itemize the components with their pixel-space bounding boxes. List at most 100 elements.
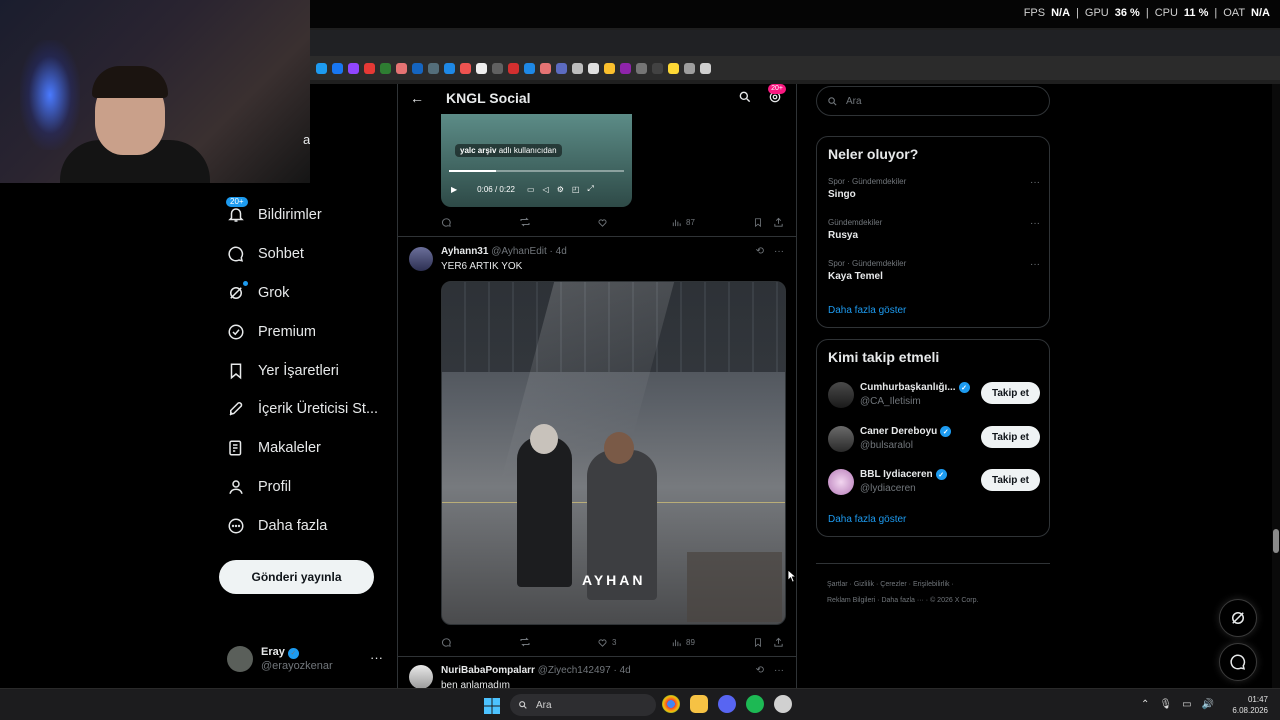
- post-button[interactable]: Gönderi yayınla: [219, 560, 374, 594]
- follow-suggestion[interactable]: Caner Dereboyu ✓ @bulsaralol Takip et: [828, 424, 1040, 456]
- bookmark-icon[interactable]: [348, 62, 359, 74]
- footer-line[interactable]: Şartlar · Gizlilik · Çerezler · Erişileb…: [827, 577, 1047, 593]
- display-icon[interactable]: ▭: [1182, 699, 1191, 710]
- bookmark-icon[interactable]: [540, 62, 551, 74]
- bookmark-icon[interactable]: [524, 62, 535, 74]
- spotify-icon[interactable]: [746, 695, 764, 713]
- search-box[interactable]: [816, 86, 1050, 116]
- tweet-author[interactable]: Ayhann31: [441, 246, 488, 257]
- sidebar-item-more[interactable]: Daha fazla: [218, 506, 388, 545]
- bookmark-action-icon[interactable]: [753, 637, 773, 648]
- account-switcher[interactable]: Eray ✓ @erayozkenar ···: [227, 644, 387, 674]
- bookmark-icon[interactable]: [556, 62, 567, 74]
- bookmark-icon[interactable]: [684, 62, 695, 74]
- bookmark-icon[interactable]: [620, 62, 631, 74]
- avatar[interactable]: [409, 247, 433, 271]
- messages-fab-button[interactable]: [1219, 643, 1257, 681]
- trend-item[interactable]: Spor · Gündemdekiler Singo ···: [828, 177, 1040, 200]
- bookmark-icon[interactable]: [364, 62, 375, 74]
- more-icon[interactable]: ···: [370, 650, 383, 665]
- sidebar-item-bookmarks[interactable]: Yer İşaretleri: [218, 351, 388, 390]
- trend-item[interactable]: Gündemdekiler Rusya ···: [828, 218, 1040, 241]
- views-stat[interactable]: 89: [671, 637, 753, 648]
- pip-icon[interactable]: ◰: [572, 185, 580, 194]
- bookmark-icon[interactable]: [636, 62, 647, 74]
- volume-icon[interactable]: ◁: [543, 185, 549, 194]
- sidebar-item-chat[interactable]: Sohbet: [218, 235, 388, 274]
- bookmark-icon[interactable]: [588, 62, 599, 74]
- app-icon[interactable]: [774, 695, 792, 713]
- bookmark-icon[interactable]: [460, 62, 471, 74]
- trend-item[interactable]: Spor · Gündemdekiler Kaya Temel ···: [828, 259, 1040, 282]
- views-stat[interactable]: 87: [671, 217, 753, 228]
- page-scrollbar[interactable]: [1272, 84, 1280, 688]
- file-explorer-icon[interactable]: [690, 695, 708, 713]
- bookmark-icon[interactable]: [604, 62, 615, 74]
- sidebar-item-grok[interactable]: Grok: [218, 274, 388, 313]
- captions-icon[interactable]: ▭: [527, 185, 535, 194]
- bookmark-icon[interactable]: [412, 62, 423, 74]
- address-bar-row[interactable]: [310, 30, 1280, 76]
- follow-button[interactable]: Takip et: [980, 469, 1040, 491]
- search-input[interactable]: [846, 95, 1026, 107]
- bookmark-icon[interactable]: [332, 62, 343, 74]
- follow-button[interactable]: Takip et: [980, 382, 1040, 404]
- bookmark-icon[interactable]: [396, 62, 407, 74]
- chevron-up-icon[interactable]: ⌃: [1141, 699, 1149, 710]
- footer-line[interactable]: Reklam Bilgileri · Daha fazla ··· · © 20…: [827, 593, 1047, 609]
- more-icon[interactable]: ···: [774, 246, 784, 257]
- bookmark-icon[interactable]: [508, 62, 519, 74]
- back-arrow-icon[interactable]: ←: [410, 90, 424, 106]
- search-icon[interactable]: [738, 90, 752, 109]
- grok-icon[interactable]: ⟲: [756, 246, 764, 257]
- bookmark-icon[interactable]: [444, 62, 455, 74]
- share-icon[interactable]: [773, 637, 784, 648]
- settings-icon[interactable]: ⚙: [557, 185, 564, 194]
- repost-icon[interactable]: [519, 636, 597, 648]
- follow-suggestion[interactable]: BBL Iydiaceren ✓ @lydiaceren Takip et: [828, 467, 1040, 499]
- volume-icon[interactable]: 🔊: [1202, 699, 1214, 710]
- bookmark-icon[interactable]: [476, 62, 487, 74]
- folder-icon[interactable]: [668, 62, 679, 74]
- show-more-link[interactable]: Daha fazla göster: [828, 514, 906, 525]
- microphone-icon[interactable]: 🎙: [1159, 699, 1172, 710]
- reply-icon[interactable]: [441, 637, 519, 648]
- bookmark-icon[interactable]: [380, 62, 391, 74]
- tweet-handle[interactable]: @AyhanEdit: [491, 246, 547, 257]
- system-clock[interactable]: 01:47 6.08.2026: [1232, 694, 1268, 716]
- windows-start-icon[interactable]: [484, 698, 500, 714]
- tweet-media[interactable]: AYHAN: [441, 281, 786, 625]
- repost-icon[interactable]: [519, 216, 597, 228]
- bookmark-action-icon[interactable]: [753, 217, 773, 228]
- taskbar-search[interactable]: Ara: [510, 694, 656, 716]
- show-more-link[interactable]: Daha fazla göster: [828, 305, 906, 316]
- video-progress-bar[interactable]: [449, 170, 624, 172]
- follow-button[interactable]: Takip et: [980, 426, 1040, 448]
- bookmark-icon[interactable]: [700, 62, 711, 74]
- bookmark-icon[interactable]: [316, 62, 327, 74]
- like-stat[interactable]: 3: [597, 637, 671, 648]
- discord-icon[interactable]: [718, 695, 736, 713]
- follow-suggestion[interactable]: Cumhurbaşkanlığı... ✓ @CA_Iletisim Takip …: [828, 380, 1040, 412]
- bookmark-icon[interactable]: [652, 62, 663, 74]
- more-icon[interactable]: ···: [774, 665, 784, 676]
- sidebar-item-profile[interactable]: Profil: [218, 468, 388, 507]
- tweet-author[interactable]: NuriBabaPompalarr: [441, 665, 535, 676]
- chrome-icon[interactable]: [662, 695, 680, 713]
- play-icon[interactable]: ▶: [451, 185, 457, 194]
- fullscreen-icon[interactable]: ⤢: [587, 184, 593, 194]
- reply-icon[interactable]: [441, 217, 519, 228]
- bookmark-icon[interactable]: [492, 62, 503, 74]
- avatar[interactable]: [409, 665, 433, 688]
- sidebar-item-articles[interactable]: Makaleler: [218, 429, 388, 468]
- more-icon[interactable]: ···: [1030, 218, 1040, 229]
- tweet-handle[interactable]: @Ziyech142497: [538, 665, 611, 676]
- bookmark-icon[interactable]: [428, 62, 439, 74]
- sidebar-item-notifications[interactable]: 20+ Bildirimler: [218, 196, 388, 235]
- like-icon[interactable]: [597, 217, 671, 228]
- sidebar-item-premium[interactable]: Premium: [218, 312, 388, 351]
- video-player[interactable]: yalc arşiv adlı kullanıcıdan ▶ 0:06 / 0:…: [441, 114, 632, 207]
- grok-fab-button[interactable]: [1219, 599, 1257, 637]
- more-icon[interactable]: ···: [1030, 259, 1040, 270]
- bookmark-icon[interactable]: [572, 62, 583, 74]
